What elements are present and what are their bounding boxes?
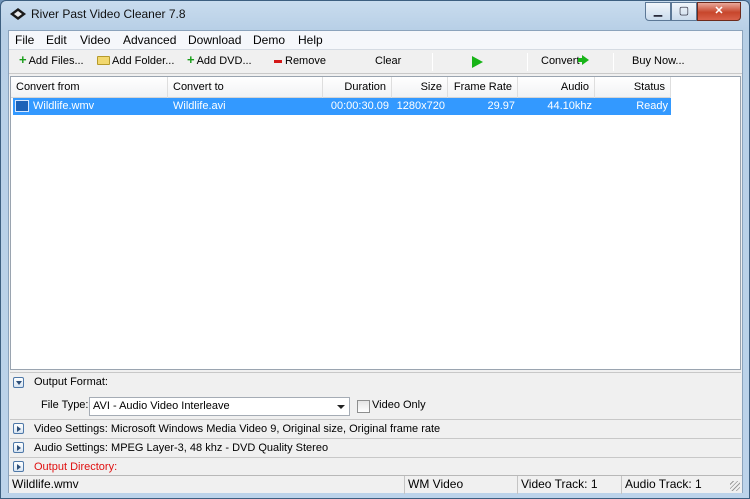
conversion-list[interactable]: Convert from Convert to Duration Size Fr… <box>10 76 741 370</box>
minus-icon <box>274 59 282 63</box>
settings-panel: Output Format: File Type: AVI - Audio Vi… <box>10 372 741 474</box>
convert-button[interactable]: Convert <box>541 55 589 67</box>
video-only-checkbox[interactable] <box>357 400 370 413</box>
menu-file[interactable]: File <box>15 33 34 47</box>
maximize-icon: ▢ <box>678 5 690 17</box>
video-file-icon <box>15 100 29 112</box>
cell-size: 1280x720 <box>396 100 445 112</box>
plus-icon: + <box>19 52 27 67</box>
audio-settings-label: Audio Settings: MPEG Layer-3, 48 khz - D… <box>34 442 329 454</box>
title-bar[interactable]: River Past Video Cleaner 7.8 ▁ ▢ ✕ <box>1 1 749 29</box>
audio-settings-section[interactable]: Audio Settings: MPEG Layer-3, 48 khz - D… <box>10 438 741 457</box>
status-file: Wildlife.wmv <box>12 477 79 491</box>
table-row[interactable]: Wildlife.wmv Wildlife.avi 00:00:30.09 12… <box>13 98 671 115</box>
toolbar-separator <box>527 53 528 71</box>
expand-video-settings-icon[interactable] <box>13 423 24 434</box>
menu-video[interactable]: Video <box>80 33 110 47</box>
column-convert-to[interactable]: Convert to <box>168 77 323 98</box>
app-logo-icon <box>10 8 26 20</box>
menu-advanced[interactable]: Advanced <box>123 33 176 47</box>
file-type-select[interactable]: AVI - Audio Video Interleave <box>89 397 350 416</box>
add-folder-button[interactable]: Add Folder... <box>97 55 174 67</box>
cell-convert-to: Wildlife.avi <box>173 100 226 112</box>
menu-edit[interactable]: Edit <box>46 33 67 47</box>
close-button[interactable]: ✕ <box>697 2 741 21</box>
toolbar: + Add Files... Add Folder... + Add DVD... … <box>9 51 742 74</box>
collapse-output-format-icon[interactable] <box>13 377 24 388</box>
output-directory-label: Output Directory: <box>34 461 118 473</box>
add-files-button[interactable]: + Add Files... <box>19 52 84 67</box>
add-dvd-button[interactable]: + Add DVD... <box>187 52 252 67</box>
chevron-down-icon <box>333 398 349 415</box>
clear-button[interactable]: Clear <box>375 55 401 67</box>
client-area: File Edit Video Advanced Download Demo H… <box>8 30 743 494</box>
remove-button[interactable]: Remove <box>274 55 326 67</box>
cell-duration: 00:00:30.09 <box>330 100 389 112</box>
cell-frame-rate: 29.97 <box>487 100 515 112</box>
status-video-track: Video Track: 1 <box>517 476 621 494</box>
menu-download[interactable]: Download <box>188 33 241 47</box>
status-bar: Wildlife.wmv WM Video Video Track: 1 Aud… <box>9 475 742 494</box>
resize-grip-icon[interactable] <box>730 481 740 491</box>
video-settings-section[interactable]: Video Settings: Microsoft Windows Media … <box>10 419 741 438</box>
menu-demo[interactable]: Demo <box>253 33 285 47</box>
cell-audio: 44.10khz <box>547 100 592 112</box>
expand-output-directory-icon[interactable] <box>13 461 24 472</box>
menu-help[interactable]: Help <box>298 33 323 47</box>
column-convert-from[interactable]: Convert from <box>11 77 168 98</box>
menu-bar: File Edit Video Advanced Download Demo H… <box>9 31 742 50</box>
plus-icon: + <box>187 52 195 67</box>
video-settings-label: Video Settings: Microsoft Windows Media … <box>34 423 441 435</box>
minimize-icon: ▁ <box>653 5 663 17</box>
video-only-label[interactable]: Video Only <box>372 399 426 411</box>
column-frame-rate[interactable]: Frame Rate <box>448 77 518 98</box>
status-audio-track: Audio Track: 1 <box>621 476 742 494</box>
status-codec: WM Video <box>404 476 517 494</box>
toolbar-separator <box>613 53 614 71</box>
column-size[interactable]: Size <box>392 77 448 98</box>
play-icon[interactable] <box>472 56 483 68</box>
file-type-label: File Type: <box>41 399 89 411</box>
expand-audio-settings-icon[interactable] <box>13 442 24 453</box>
output-format-section: Output Format: File Type: AVI - Audio Vi… <box>10 372 741 419</box>
arrow-right-icon <box>577 55 589 65</box>
output-directory-section[interactable]: Output Directory: <box>10 457 741 474</box>
cell-status: Ready <box>636 100 668 112</box>
list-header: Convert from Convert to Duration Size Fr… <box>11 77 671 98</box>
folder-icon <box>97 56 110 65</box>
minimize-button[interactable]: ▁ <box>645 2 671 21</box>
window-title: River Past Video Cleaner 7.8 <box>31 7 186 21</box>
maximize-button[interactable]: ▢ <box>671 2 697 21</box>
app-window: River Past Video Cleaner 7.8 ▁ ▢ ✕ File … <box>0 0 750 499</box>
column-duration[interactable]: Duration <box>323 77 392 98</box>
column-audio[interactable]: Audio <box>518 77 595 98</box>
output-format-label: Output Format: <box>34 376 108 388</box>
cell-convert-from: Wildlife.wmv <box>33 100 95 112</box>
close-icon: ✕ <box>714 5 724 17</box>
column-status[interactable]: Status <box>595 77 671 98</box>
toolbar-separator <box>432 53 433 71</box>
buy-now-button[interactable]: Buy Now... <box>632 55 685 67</box>
